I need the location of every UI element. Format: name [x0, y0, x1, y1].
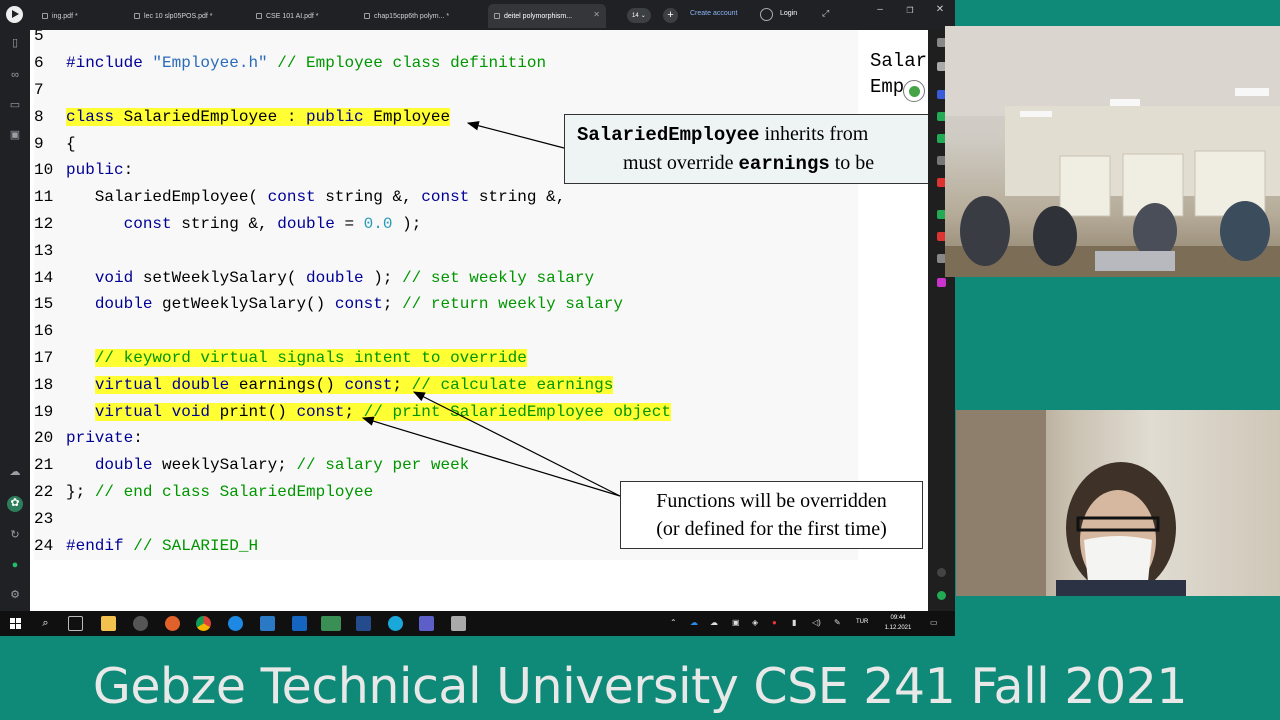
code-line-16: 16	[34, 322, 54, 340]
binoculars-icon[interactable]: ∞	[8, 68, 22, 82]
ie-icon[interactable]	[228, 616, 243, 631]
pdf-icon	[134, 13, 140, 19]
plugin-icon[interactable]: ●	[8, 558, 22, 572]
user-icon	[760, 8, 773, 21]
code-line-9: 9{	[34, 135, 76, 153]
expand-icon[interactable]: ⤢	[822, 8, 829, 19]
code-line-18: 18 virtual double earnings() const; // c…	[34, 376, 614, 394]
pdf-icon	[364, 13, 370, 19]
override-callout: Functions will be overridden (or defined…	[620, 481, 923, 549]
calculator-icon[interactable]	[451, 616, 466, 631]
code-line-17: 17 // keyword virtual signals intent to …	[34, 349, 527, 367]
pen-tray-icon[interactable]: ✎	[834, 618, 841, 627]
chrome-icon[interactable]	[196, 616, 211, 631]
tab-3[interactable]: CSE 101 AI.pdf *	[250, 4, 360, 28]
windows-taskbar: ⌕ ⌃ ☁ ☁ ▣ ◈ ● ▮ ◁) ✎ TUR 09:44 1.12.2021…	[0, 611, 955, 636]
new-tab-button[interactable]: +	[663, 8, 678, 23]
card-icon[interactable]: ▭	[8, 98, 22, 112]
browser-tab-bar: ing.pdf * lec 10 slp05POS.pdf * CSE 101 …	[0, 0, 955, 30]
sync-icon[interactable]: ↻	[8, 528, 22, 542]
screen-share-window: ing.pdf * lec 10 slp05POS.pdf * CSE 101 …	[0, 0, 955, 636]
antivirus-icon[interactable]: ●	[772, 618, 777, 627]
app-icon-1[interactable]	[133, 616, 148, 631]
windows-start-icon[interactable]	[10, 618, 21, 629]
teacher-webcam	[956, 410, 1280, 596]
create-account-link[interactable]: Create account	[690, 10, 737, 17]
notification-icon[interactable]: ▭	[930, 618, 938, 627]
teams-icon[interactable]	[419, 616, 434, 631]
chevron-down-icon: ⌄	[640, 13, 646, 19]
minimize-button[interactable]: –	[873, 4, 887, 15]
cloud-icon[interactable]: ☁	[710, 618, 718, 627]
info-icon[interactable]	[937, 568, 946, 577]
teacher-scene	[956, 410, 1186, 596]
language-indicator[interactable]: TUR	[856, 619, 868, 625]
tab-count-badge[interactable]: 14 ⌄	[627, 8, 651, 23]
code-line-10: 10 public:	[34, 161, 134, 179]
tab-1[interactable]: ing.pdf *	[36, 4, 128, 28]
pdf-icon	[42, 13, 48, 19]
clock[interactable]: 09:44 1.12.2021	[883, 613, 913, 633]
cloud-icon[interactable]: ☁	[8, 465, 22, 479]
file-explorer-icon[interactable]	[101, 616, 116, 631]
play-icon[interactable]	[903, 80, 925, 102]
settings-gear-icon[interactable]: ⚙	[8, 588, 22, 602]
code-line-23: 23	[34, 510, 54, 528]
code-line-24: 24 #endif // SALARIED_H	[34, 537, 259, 555]
file-icon[interactable]: ▯	[8, 36, 22, 50]
onedrive-icon[interactable]: ☁	[690, 618, 698, 627]
task-view-icon[interactable]	[68, 616, 83, 631]
tray-app-icon[interactable]: ▣	[732, 618, 740, 627]
code-line-20: 20 private:	[34, 429, 143, 447]
app-icon-3[interactable]	[356, 616, 371, 631]
app-logo-icon[interactable]	[6, 6, 23, 23]
active-app-icon[interactable]	[321, 616, 341, 631]
chevron-up-icon[interactable]: ⌃	[670, 618, 677, 627]
mail-icon[interactable]	[260, 616, 275, 631]
edge-icon[interactable]	[388, 616, 403, 631]
status-icon[interactable]	[937, 591, 946, 600]
code-line-21: 21 double weeklySalary; // salary per we…	[34, 456, 470, 474]
login-button[interactable]: Login	[780, 10, 797, 17]
volume-icon[interactable]: ◁)	[812, 618, 821, 627]
pdf-icon	[494, 13, 500, 19]
app-icon-2[interactable]	[165, 616, 180, 631]
battery-icon[interactable]: ▮	[792, 618, 796, 627]
close-window-button[interactable]: ✕	[933, 4, 947, 15]
inheritance-callout: SalariedEmployee inherits from must over…	[564, 114, 928, 184]
save-icon[interactable]: ▣	[8, 128, 22, 142]
tab-4[interactable]: chap15cpp6th polym... *	[358, 4, 484, 28]
stamp-icon[interactable]	[937, 278, 946, 287]
code-line-13: 13	[34, 242, 54, 260]
active-panel-icon[interactable]: ✿	[7, 496, 23, 512]
left-sidebar: ▯ ∞ ▭ ▣ ☁ ✿ ↻ ● ⚙	[0, 30, 30, 611]
tab-2[interactable]: lec 10 slp05POS.pdf *	[128, 4, 244, 28]
code-line-15: 15 double getWeeklySalary() const; // re…	[34, 295, 623, 313]
close-tab-icon[interactable]: ✕	[593, 10, 600, 19]
slide-canvas: 5 6 #include "Employee.h" // Employee cla…	[30, 30, 928, 611]
calendar-icon[interactable]	[292, 616, 307, 631]
course-banner-title: Gebze Technical University CSE 241 Fall …	[92, 658, 1188, 715]
pdf-icon	[256, 13, 262, 19]
code-line-19: 19 virtual void print() const; // print …	[34, 403, 671, 421]
code-line-12: 12 const string &, double = 0.0 );	[34, 215, 422, 233]
search-icon[interactable]: ⌕	[38, 616, 53, 631]
shield-icon[interactable]: ◈	[752, 618, 758, 627]
code-line-14: 14 void setWeeklySalary( double ); // se…	[34, 269, 595, 287]
code-line-11: 11 SalariedEmployee( const string &, con…	[34, 188, 566, 206]
maximize-button[interactable]: ❐	[903, 6, 917, 15]
code-line-5: 5	[34, 30, 44, 45]
classroom-webcam	[945, 26, 1280, 277]
code-line-22: 22}; // end class SalariedEmployee	[34, 483, 374, 501]
code-line-8: 8 class SalariedEmployee : public Employe…	[34, 108, 451, 126]
tab-5-active[interactable]: deitel polymorphism... ✕	[488, 4, 606, 28]
code-line-6: 6 #include "Employee.h" // Employee class…	[34, 54, 547, 72]
code-line-7: 7	[34, 81, 44, 99]
classroom-scene	[945, 26, 1280, 277]
